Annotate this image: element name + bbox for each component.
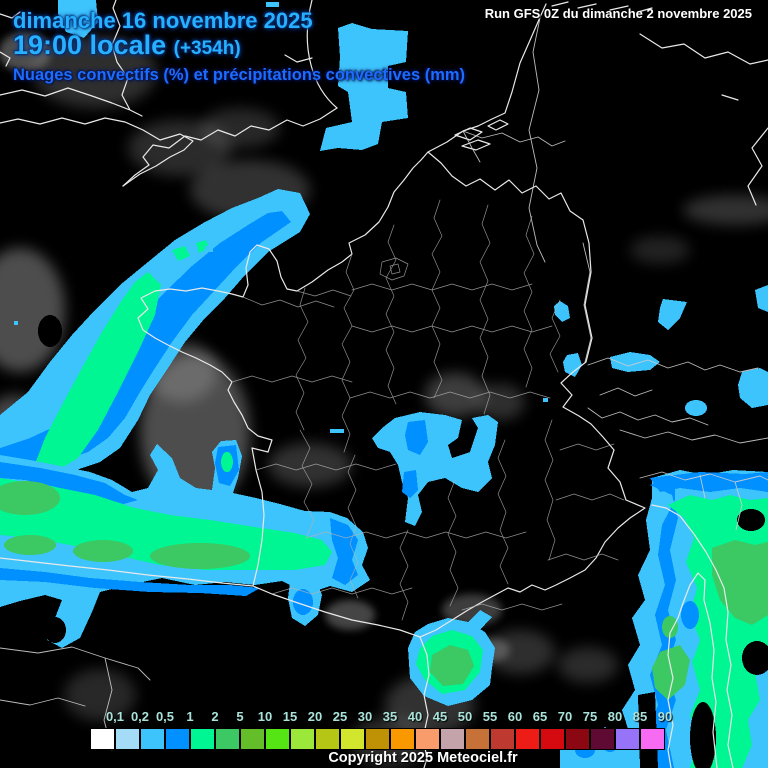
- legend-color-box: [215, 728, 240, 750]
- legend-color-boxes: [90, 728, 665, 750]
- legend-color-box: [115, 728, 140, 750]
- forecast-time-value: 19:00 locale: [13, 30, 167, 60]
- forecast-hour-offset: (+354h): [173, 38, 241, 59]
- legend-color-box: [440, 728, 465, 750]
- weather-map-page: dimanche 16 novembre 2025 19:00 locale (…: [0, 0, 768, 768]
- precip-scale-legend: 0,1 0,2 0,5 1 2 5 10 15 20 25 30 35 40 45 50 55 60 65 70 75…: [90, 709, 672, 750]
- legend-color-box: [290, 728, 315, 750]
- legend-color-box: [465, 728, 490, 750]
- weather-map-canvas: [0, 0, 768, 768]
- legend-color-box: [265, 728, 290, 750]
- legend-value-label: 90: [657, 709, 673, 724]
- legend-color-box: [415, 728, 440, 750]
- legend-color-box: [315, 728, 340, 750]
- legend-color-box: [365, 728, 390, 750]
- legend-color-box: [190, 728, 215, 750]
- forecast-time: 19:00 locale (+354h): [13, 30, 241, 61]
- legend-color-box: [490, 728, 515, 750]
- map-parameter-subtitle: Nuages convectifs (%) et précipitations …: [13, 66, 466, 84]
- legend-color-box: [565, 728, 590, 750]
- legend-color-box: [615, 728, 640, 750]
- legend-color-box: [340, 728, 365, 750]
- legend-color-box: [90, 728, 115, 750]
- legend-color-box: [515, 728, 540, 750]
- legend-color-box: [640, 728, 665, 750]
- legend-color-box: [140, 728, 165, 750]
- legend-value-labels: 0,1 0,2 0,5 1 2 5 10 15 20 25 30 35 40 45 50 55 60 65 70 75…: [90, 709, 672, 726]
- copyright-notice: Copyright 2025 Meteociel.fr: [328, 750, 518, 766]
- legend-color-box: [540, 728, 565, 750]
- legend-color-box: [390, 728, 415, 750]
- legend-color-box: [165, 728, 190, 750]
- legend-color-box: [240, 728, 265, 750]
- legend-color-box: [590, 728, 615, 750]
- model-run-info: Run GFS 0Z du dimanche 2 novembre 2025: [484, 6, 752, 21]
